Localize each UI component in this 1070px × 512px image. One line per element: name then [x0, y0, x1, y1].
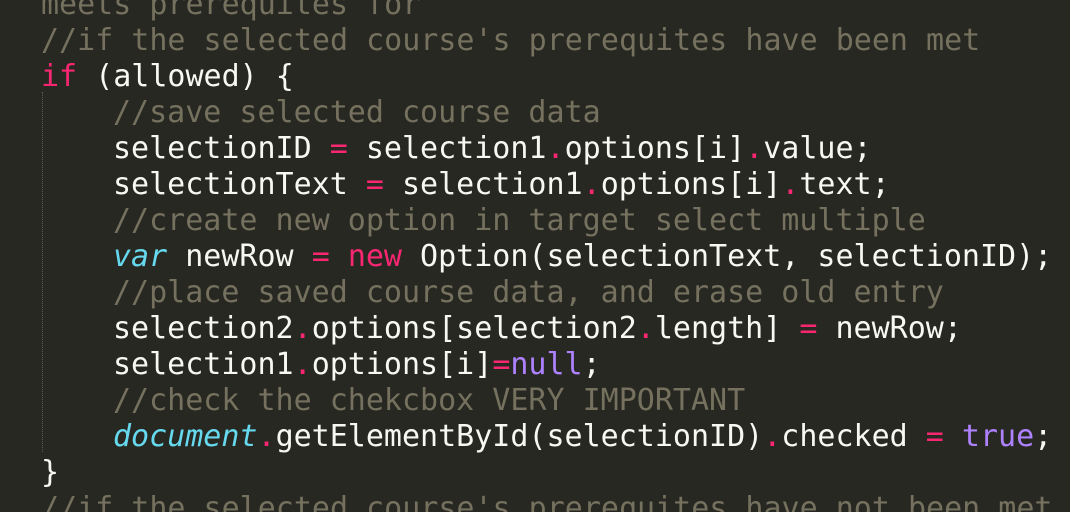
- code-token-operator: .: [293, 311, 312, 346]
- code-token-comment: //check the chekcbox VERY IMPORTANT: [113, 383, 746, 418]
- code-token-plain: ;: [1034, 419, 1053, 454]
- code-token-plain: options[i]: [600, 167, 782, 202]
- code-token-plain: length]: [654, 311, 800, 346]
- code-editor[interactable]: meets prerequites for//if the selected c…: [0, 0, 1070, 512]
- code-token-comment: //save selected course data: [113, 95, 601, 130]
- code-token-operator: .: [763, 419, 782, 454]
- code-token-plain: text;: [799, 167, 890, 202]
- code-line[interactable]: if (allowed) {: [41, 59, 1052, 95]
- code-line[interactable]: //check the chekcbox VERY IMPORTANT: [41, 383, 1052, 419]
- code-token-plain: }: [41, 455, 60, 490]
- code-line[interactable]: //place saved course data, and erase old…: [41, 275, 1052, 311]
- code-token-operator: .: [745, 131, 764, 166]
- code-token-plain: ;: [582, 347, 601, 382]
- code-token-operator: =: [925, 419, 944, 454]
- code-token-plain: selection1: [113, 347, 294, 382]
- code-area[interactable]: meets prerequites for//if the selected c…: [41, 0, 1052, 512]
- code-line[interactable]: selection1.options[i]=null;: [41, 347, 1052, 383]
- code-token-plain: checked: [781, 419, 926, 454]
- code-token-comment: //place saved course data, and erase old…: [113, 275, 944, 310]
- code-token-comment: //if the selected course's prerequites h…: [41, 491, 1053, 512]
- code-token-comment: //if the selected course's prerequites h…: [41, 23, 981, 58]
- code-token-operator: .: [546, 131, 565, 166]
- code-token-plain: options[i]: [311, 347, 493, 382]
- code-token-operator: =: [329, 131, 348, 166]
- code-token-operator: .: [582, 167, 601, 202]
- code-token-plain: newRow;: [817, 311, 962, 346]
- code-token-plain: selection2: [113, 311, 294, 346]
- code-token-constant: true: [961, 419, 1035, 454]
- code-token-plain: getElementById(selectionID): [275, 419, 764, 454]
- code-line[interactable]: //create new option in target select mul…: [41, 203, 1052, 239]
- code-token-operator: =: [311, 239, 330, 274]
- code-token-plain: options[selection2: [311, 311, 637, 346]
- code-line[interactable]: selectionID = selection1.options[i].valu…: [41, 131, 1052, 167]
- code-token-operator: .: [293, 347, 312, 382]
- code-token-operator: .: [781, 167, 800, 202]
- code-line[interactable]: meets prerequites for: [41, 0, 1052, 23]
- code-token-plain: newRow: [167, 239, 312, 274]
- code-token-keyword: new: [347, 239, 402, 274]
- code-token-comment: meets prerequites for: [41, 0, 421, 22]
- code-line[interactable]: selection2.options[selection2.length] = …: [41, 311, 1052, 347]
- code-line[interactable]: //if the selected course's prerequites h…: [41, 491, 1052, 512]
- code-token-comment: //create new option in target select mul…: [113, 203, 926, 238]
- code-line[interactable]: //save selected course data: [41, 95, 1052, 131]
- code-token-storage: var: [113, 239, 168, 274]
- code-line[interactable]: //if the selected course's prerequites h…: [41, 23, 1052, 59]
- code-token-plain: value;: [763, 131, 872, 166]
- code-token-constant: null: [510, 347, 583, 382]
- code-token-plain: selectionText: [113, 167, 366, 202]
- code-token-plain: selection1: [383, 167, 583, 202]
- code-token-operator: .: [257, 419, 276, 454]
- code-line[interactable]: var newRow = new Option(selectionText, s…: [41, 239, 1052, 275]
- code-token-plain: Option(selectionText, selectionID);: [402, 239, 1053, 274]
- code-token-operator: =: [365, 167, 384, 202]
- code-token-plain: selection1: [347, 131, 547, 166]
- code-line[interactable]: document.getElementById(selectionID).che…: [41, 419, 1052, 455]
- code-token-operator: =: [492, 347, 511, 382]
- code-token-operator: .: [636, 311, 655, 346]
- code-line[interactable]: }: [41, 455, 1052, 491]
- code-token-plain: options[i]: [564, 131, 746, 166]
- code-token-operator: =: [799, 311, 818, 346]
- code-line[interactable]: selectionText = selection1.options[i].te…: [41, 167, 1052, 203]
- code-token-support: document: [113, 419, 258, 454]
- code-token-plain: selectionID: [113, 131, 330, 166]
- code-token-plain: (allowed) {: [77, 59, 294, 94]
- code-token-keyword: if: [41, 59, 78, 94]
